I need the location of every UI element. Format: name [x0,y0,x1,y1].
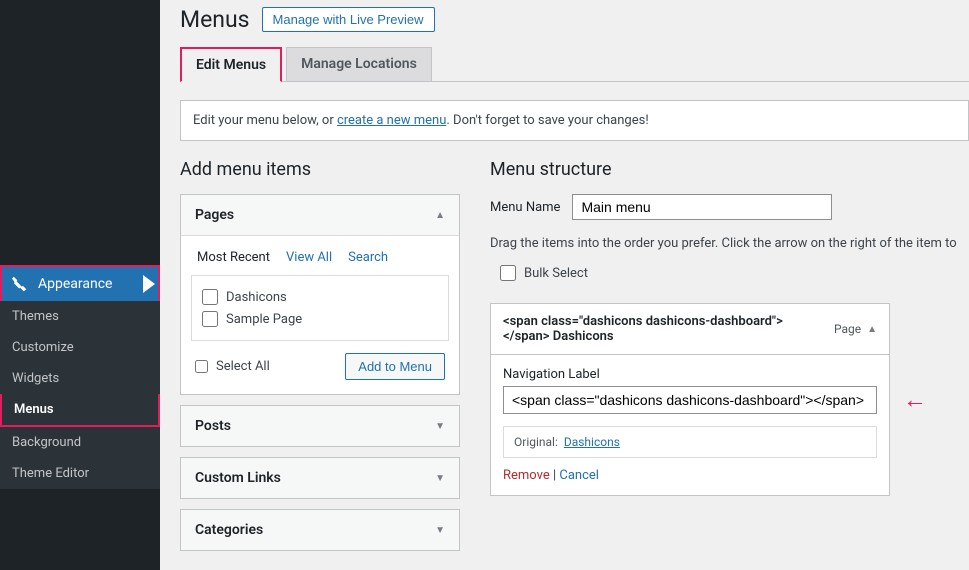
triangle-down-icon: ▼ [435,421,445,432]
sidebar-parent-label: Appearance [38,276,112,292]
bulk-select-checkbox[interactable] [500,265,516,281]
sidebar-item-theme-editor[interactable]: Theme Editor [0,458,160,489]
appearance-icon [12,275,30,293]
notice: Edit your menu below, or create a new me… [180,100,969,141]
menu-name-input[interactable] [572,194,832,220]
add-menu-items-column: Add menu items Pages ▲ Most Recent View … [180,159,460,561]
select-all[interactable]: Select All [195,359,270,374]
checkbox[interactable] [202,311,218,327]
accordion-custom-links-toggle[interactable]: Custom Links ▼ [181,458,459,498]
accordion-pages: Pages ▲ Most Recent View All Search D [180,194,460,395]
menu-item: <span class="dashicons dashicons-dashboa… [490,303,890,496]
sidebar-item-menus[interactable]: Menus [0,394,160,427]
checkbox[interactable] [202,289,218,305]
create-new-menu-link[interactable]: create a new menu [337,113,446,128]
accordion-categories: Categories ▼ [180,509,460,551]
sidebar-item-widgets[interactable]: Widgets [0,363,160,394]
menu-item-type: Page ▲ [834,322,877,336]
subtab-view-all[interactable]: View All [286,250,332,265]
tab-manage-locations[interactable]: Manage Locations [286,47,432,81]
navigation-label-input[interactable] [503,386,877,414]
sidebar-item-background[interactable]: Background [0,427,160,458]
sidebar-item-themes[interactable]: Themes [0,301,160,332]
subtab-search[interactable]: Search [348,250,388,265]
accordion-custom-links: Custom Links ▼ [180,457,460,499]
live-preview-button[interactable]: Manage with Live Preview [262,7,435,32]
accordion-posts: Posts ▼ [180,405,460,447]
subtab-most-recent[interactable]: Most Recent [197,250,270,265]
arrow-right-icon [140,275,158,293]
triangle-down-icon: ▼ [435,525,445,536]
add-menu-items-heading: Add menu items [180,159,460,180]
accordion-categories-toggle[interactable]: Categories ▼ [181,510,459,550]
bulk-select[interactable]: Bulk Select [500,265,588,281]
cancel-link[interactable]: Cancel [559,468,599,483]
accordion-posts-toggle[interactable]: Posts ▼ [181,406,459,446]
original-link[interactable]: Dashicons [564,435,620,449]
remove-link[interactable]: Remove [503,468,550,483]
menu-item-title: <span class="dashicons dashicons-dashboa… [503,314,783,344]
menu-name-label: Menu Name [490,200,560,215]
sidebar-item-appearance[interactable]: Appearance [0,265,160,301]
main-content: Menus Manage with Live Preview Edit Menu… [160,0,969,570]
admin-sidebar: Appearance Themes Customize Widgets Menu… [0,0,160,570]
sidebar-item-customize[interactable]: Customize [0,332,160,363]
navigation-label-label: Navigation Label [503,367,877,382]
select-all-checkbox[interactable] [195,360,208,373]
tab-edit-menus[interactable]: Edit Menus [180,47,282,82]
page-item-dashicons[interactable]: Dashicons [202,286,438,308]
original-link-box: Original: Dashicons [503,426,877,458]
menu-item-toggle[interactable]: <span class="dashicons dashicons-dashboa… [491,304,889,355]
accordion-pages-toggle[interactable]: Pages ▲ [181,195,459,235]
page-title: Menus [180,6,250,33]
nav-tabs: Edit Menus Manage Locations [180,47,969,82]
triangle-down-icon: ▼ [435,473,445,484]
page-item-sample-page[interactable]: Sample Page [202,308,438,330]
add-to-menu-button[interactable]: Add to Menu [345,353,445,380]
drag-hint: Drag the items into the order you prefer… [490,236,969,251]
triangle-up-icon: ▲ [867,324,877,335]
triangle-up-icon: ▲ [435,210,445,221]
highlight-arrow-icon: ← [903,386,927,415]
menu-structure-heading: Menu structure [490,159,969,180]
menu-structure-column: Menu structure Menu Name Drag the items … [490,159,969,561]
